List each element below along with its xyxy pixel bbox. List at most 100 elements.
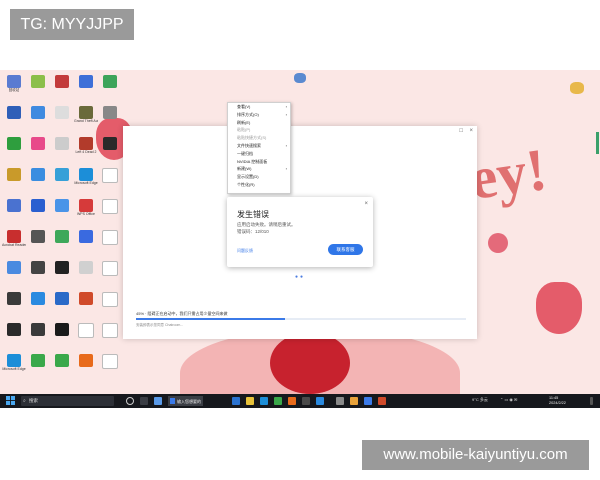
- desktop-icon[interactable]: [98, 261, 122, 284]
- installer-close-button[interactable]: ×: [469, 128, 473, 134]
- active-app-label: 输入您想要的: [177, 398, 201, 404]
- progress-text: 45% · 阻碍正在启动中，我们只需占用少量空间来做: [136, 311, 228, 316]
- weather-widget[interactable]: 9°C 多云: [472, 397, 488, 403]
- desktop-icon[interactable]: [26, 168, 50, 189]
- desktop-icon[interactable]: [26, 230, 50, 251]
- desktop-icon[interactable]: Microsoft Edge: [74, 168, 98, 189]
- desktop-icon[interactable]: [50, 137, 74, 158]
- desktop-icon[interactable]: [2, 292, 26, 313]
- desktop-icon[interactable]: Grand Theft Auto V: [74, 106, 98, 127]
- desktop-icon[interactable]: [2, 323, 26, 344]
- desktop-icon[interactable]: [50, 230, 74, 251]
- context-menu-item[interactable]: NVIDIA 控制面板: [228, 158, 290, 166]
- desktop-icon[interactable]: Left 4 Dead 2: [74, 137, 98, 158]
- scrollbar-handle[interactable]: [596, 132, 599, 154]
- taskbar-app-icon[interactable]: [302, 397, 310, 405]
- desktop-icon[interactable]: [98, 199, 122, 222]
- taskbar-app-icon[interactable]: [154, 397, 162, 405]
- desktop-icon[interactable]: [50, 106, 74, 127]
- dialog-contact-button[interactable]: 联系客服: [328, 244, 363, 255]
- desktop-icon[interactable]: 回收站: [2, 75, 26, 96]
- desktop-icon-label: [26, 243, 50, 251]
- desktop-icon[interactable]: [50, 75, 74, 96]
- desktop-icon[interactable]: [74, 75, 98, 96]
- tray-icons[interactable]: ⌃ ▭ ◉ ✉: [500, 397, 517, 402]
- taskbar-app-icon[interactable]: [378, 397, 386, 405]
- desktop-icon[interactable]: [26, 261, 50, 282]
- desktop-icon-label: [98, 183, 122, 191]
- taskbar-folder-icon[interactable]: [246, 397, 254, 405]
- desktop-icon[interactable]: Acrobat Reader DC: [2, 230, 26, 251]
- taskbar-edge-icon[interactable]: [232, 397, 240, 405]
- context-menu-item[interactable]: 排序方式(O) ›: [228, 111, 290, 119]
- app-icon: [103, 75, 117, 88]
- taskbar-app-icon[interactable]: [364, 397, 372, 405]
- app-icon: [102, 168, 118, 183]
- desktop-icon[interactable]: [98, 137, 122, 158]
- context-menu-item[interactable]: 一键归档: [228, 150, 290, 158]
- taskbar-app-icon[interactable]: [274, 397, 282, 405]
- desktop-icon-label: Grand Theft Auto V: [74, 119, 98, 123]
- context-menu-item[interactable]: 新建(W) ›: [228, 165, 290, 173]
- floating-widget-icon[interactable]: [294, 73, 306, 83]
- desktop-icon[interactable]: [98, 230, 122, 253]
- carousel-dots[interactable]: ●●: [295, 274, 305, 280]
- desktop-icon[interactable]: [98, 75, 122, 96]
- desktop-icon[interactable]: Microsoft Edge: [2, 354, 26, 375]
- desktop-icon[interactable]: [74, 354, 98, 375]
- desktop-icon[interactable]: [98, 106, 122, 127]
- context-menu-item[interactable]: 刷新(E): [228, 119, 290, 127]
- taskbar-search-box[interactable]: ⌕ 搜索: [21, 396, 114, 406]
- desktop-icon[interactable]: [74, 261, 98, 282]
- desktop-icon[interactable]: [74, 230, 98, 251]
- windows-start-icon[interactable]: [6, 396, 15, 405]
- desktop-icon[interactable]: [74, 292, 98, 313]
- cat-avatar-icon[interactable]: [570, 82, 584, 94]
- desktop-icon[interactable]: [50, 292, 74, 313]
- context-menu-item[interactable]: 显示设置(D): [228, 173, 290, 181]
- desktop-icon[interactable]: [2, 106, 26, 127]
- desktop-icon[interactable]: [26, 137, 50, 158]
- desktop-icon[interactable]: [50, 168, 74, 189]
- desktop-icon[interactable]: [98, 292, 122, 315]
- task-view-icon[interactable]: [140, 397, 148, 405]
- desktop-icon[interactable]: [98, 323, 122, 346]
- desktop-icon[interactable]: [2, 137, 26, 158]
- taskbar-app-icon[interactable]: [288, 397, 296, 405]
- desktop-icon[interactable]: [2, 261, 26, 282]
- desktop-icon[interactable]: [2, 199, 26, 220]
- taskbar-app-icon[interactable]: [336, 397, 344, 405]
- taskbar-app-icon[interactable]: [316, 397, 324, 405]
- desktop-icon[interactable]: [50, 261, 74, 282]
- wallpaper-character-nose: [270, 332, 350, 394]
- desktop-icon[interactable]: [26, 106, 50, 127]
- context-menu-item[interactable]: 文件快速搜索 ›: [228, 142, 290, 150]
- cortana-icon[interactable]: [126, 397, 134, 405]
- desktop-icon[interactable]: [26, 354, 50, 375]
- desktop-icon[interactable]: [98, 168, 122, 191]
- desktop-icon[interactable]: [2, 168, 26, 189]
- context-menu-item[interactable]: 查看(V) ›: [228, 103, 290, 111]
- taskbar-browser-icon[interactable]: [260, 397, 268, 405]
- desktop-icon[interactable]: [26, 75, 50, 96]
- taskbar-clock[interactable]: 11:45 2024/2/22: [549, 396, 566, 406]
- desktop-icon[interactable]: [26, 199, 50, 220]
- app-icon: [7, 230, 21, 243]
- show-desktop-button[interactable]: [590, 397, 593, 405]
- desktop-icon-label: [98, 369, 122, 377]
- desktop-icon[interactable]: [74, 323, 98, 346]
- context-menu-item[interactable]: 个性化(R): [228, 181, 290, 189]
- app-icon: [55, 323, 69, 336]
- dialog-feedback-link[interactable]: 问题反馈: [237, 248, 253, 254]
- desktop-icon[interactable]: [26, 323, 50, 344]
- taskbar-active-app[interactable]: 输入您想要的: [168, 396, 203, 406]
- desktop-icon[interactable]: [50, 354, 74, 375]
- taskbar-app-icon[interactable]: [350, 397, 358, 405]
- desktop-icon[interactable]: [26, 292, 50, 313]
- desktop-icon[interactable]: WPS Office: [74, 199, 98, 220]
- desktop-icon[interactable]: [50, 323, 74, 344]
- desktop-icon[interactable]: [50, 199, 74, 220]
- installer-minimize-button[interactable]: □: [459, 128, 463, 134]
- desktop-icon[interactable]: [98, 354, 122, 377]
- dialog-close-icon[interactable]: ×: [364, 201, 368, 207]
